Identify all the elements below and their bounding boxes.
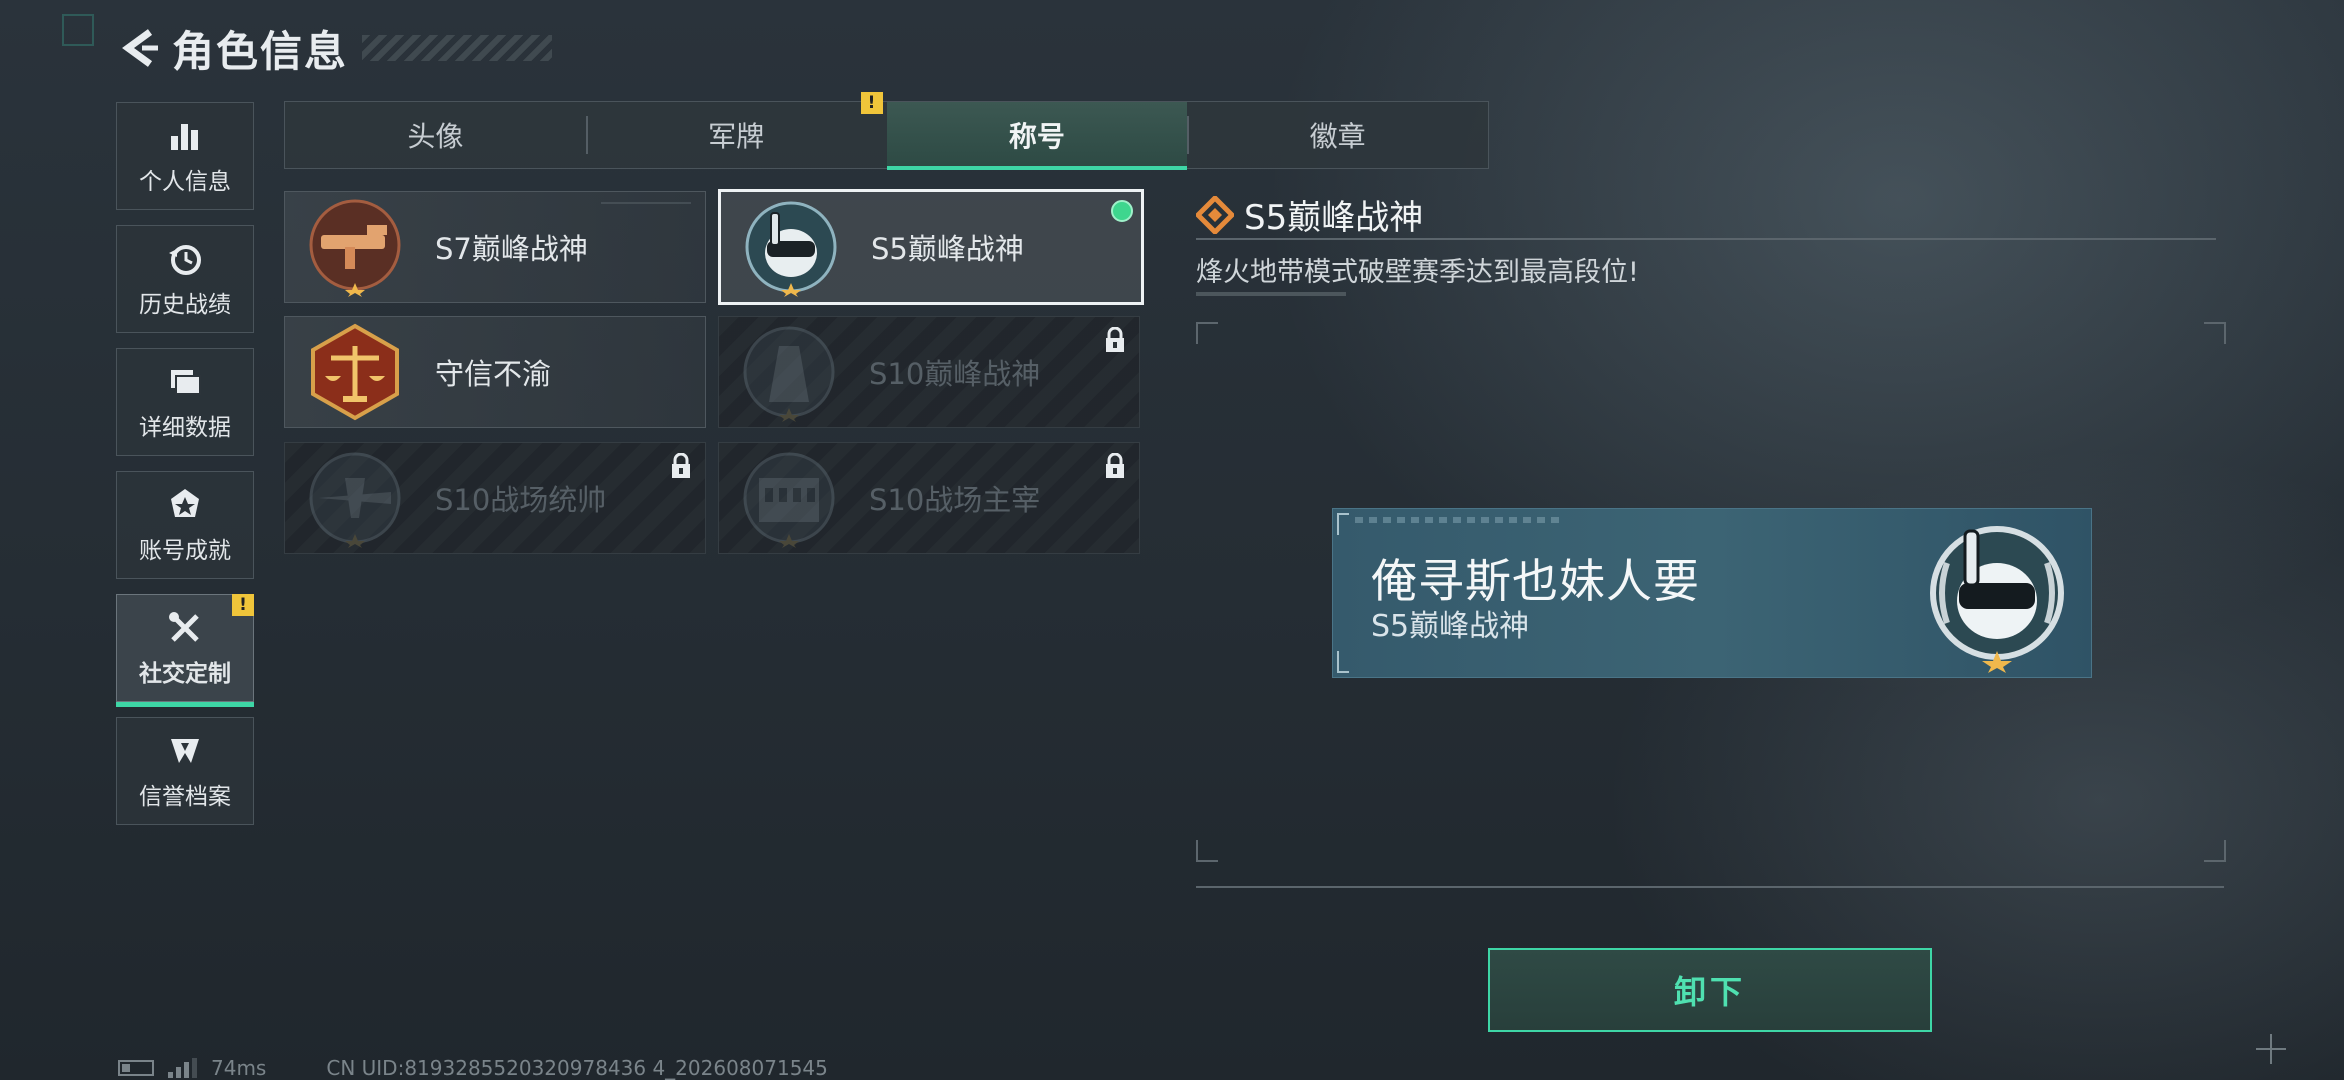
sidebar: 个人信息 历史战绩 详细数据 账号成就 ! 社交定制 信誉档案 xyxy=(116,102,254,840)
sidebar-item-label: 信誉档案 xyxy=(139,784,231,810)
frame-corner xyxy=(1196,840,1218,862)
back-button[interactable] xyxy=(118,26,162,70)
s5-diver-skull-emblem-icon xyxy=(1930,526,2064,673)
sidebar-item-credit-record[interactable]: 信誉档案 xyxy=(116,717,254,825)
folder-icon xyxy=(165,362,205,402)
corner-marker xyxy=(62,14,94,46)
divider xyxy=(1196,238,2216,240)
title-card-s10-dominator[interactable]: S10战场主宰 xyxy=(718,442,1140,554)
detail-description: 烽火地带模式破壁赛季达到最高段位! xyxy=(1196,257,1639,288)
sidebar-item-label: 账号成就 xyxy=(139,538,231,564)
tab-bar: 头像 军牌 ! 称号 徽章 xyxy=(284,92,1489,170)
plus-icon xyxy=(2256,1034,2286,1064)
s5-diver-skull-emblem-icon xyxy=(745,201,837,297)
alert-badge: ! xyxy=(232,594,254,616)
uid-text: CN UID:8193285520320978436 4_20260807154… xyxy=(326,1056,828,1080)
sidebar-item-history[interactable]: 历史战绩 xyxy=(116,225,254,333)
preview-decoration xyxy=(1355,517,1565,523)
header: 角色信息 xyxy=(118,22,553,76)
status-bar: 74ms CN UID:8193285520320978436 4_202608… xyxy=(118,1056,828,1080)
back-arrow-icon xyxy=(122,29,158,67)
tab-dog-tag[interactable]: 军牌 ! xyxy=(585,92,887,168)
s7-gun-emblem-icon xyxy=(309,199,401,297)
sidebar-item-personal-info[interactable]: 个人信息 xyxy=(116,102,254,210)
title-name: S7巅峰战神 xyxy=(435,232,588,266)
tab-avatar[interactable]: 头像 xyxy=(285,102,586,168)
battery-icon xyxy=(118,1060,154,1076)
tab-badge[interactable]: 徽章 xyxy=(1187,102,1488,168)
frame-corner xyxy=(1337,651,1349,673)
frame-corner xyxy=(2204,840,2226,862)
sidebar-item-label: 详细数据 xyxy=(139,415,231,441)
preview-title: S5巅峰战神 xyxy=(1371,609,1530,644)
card-decoration xyxy=(601,202,691,204)
tab-label: 军牌 xyxy=(708,120,765,153)
unequip-button[interactable]: 卸下 xyxy=(1488,948,1932,1032)
detail-title: S5巅峰战神 xyxy=(1244,198,1424,238)
frame-corner xyxy=(2204,322,2226,344)
signal-icon xyxy=(168,1058,197,1078)
sidebar-item-label: 个人信息 xyxy=(139,169,231,195)
equipped-indicator xyxy=(1111,200,1133,222)
frame-corner xyxy=(1196,322,1218,344)
credit-shield-icon xyxy=(165,731,205,771)
s10-tower-emblem-icon xyxy=(743,326,835,422)
sidebar-item-achievements[interactable]: 账号成就 xyxy=(116,471,254,579)
title-card-s7-peak[interactable]: S7巅峰战神 xyxy=(284,191,706,303)
s10-colosseum-emblem-icon xyxy=(743,452,835,548)
page-title: 角色信息 xyxy=(172,26,349,76)
title-card-s10-peak[interactable]: S10巅峰战神 xyxy=(718,316,1140,428)
frame-corner xyxy=(1337,513,1349,535)
title-preview-card: 俺寻斯也妹人要 S5巅峰战神 xyxy=(1332,508,2092,678)
title-name: S10战场统帅 xyxy=(435,483,607,517)
sidebar-item-social-custom[interactable]: ! 社交定制 xyxy=(116,594,254,707)
history-clock-icon xyxy=(165,239,205,279)
lock-icon xyxy=(1106,453,1124,478)
achievement-medal-icon xyxy=(165,485,205,525)
divider xyxy=(1196,886,2224,888)
lock-icon xyxy=(1106,327,1124,352)
diamond-marker-icon xyxy=(1196,195,1234,234)
title-name: S10巅峰战神 xyxy=(869,357,1041,391)
title-decoration xyxy=(362,35,553,61)
title-card-s5-peak[interactable]: S5巅峰战神 xyxy=(718,189,1144,305)
title-card-s10-commander[interactable]: S10战场统帅 xyxy=(284,442,706,554)
title-name: S10战场主宰 xyxy=(869,483,1041,517)
lock-icon xyxy=(672,453,690,478)
sidebar-item-label: 历史战绩 xyxy=(139,292,231,318)
sidebar-item-detailed-data[interactable]: 详细数据 xyxy=(116,348,254,456)
sidebar-item-label: 社交定制 xyxy=(139,661,231,687)
alert-badge: ! xyxy=(860,92,883,114)
tab-title[interactable]: 称号 xyxy=(886,102,1188,170)
scales-emblem-icon xyxy=(311,323,399,421)
s10-aircraft-emblem-icon xyxy=(309,452,401,548)
ping-value: 74ms xyxy=(211,1056,267,1080)
title-name: 守信不渝 xyxy=(435,357,552,391)
wrench-screwdriver-icon xyxy=(165,608,205,648)
detail-header: S5巅峰战神 xyxy=(1196,190,1423,239)
bar-chart-icon xyxy=(165,116,205,156)
detail-decoration xyxy=(1196,292,1346,296)
title-name: S5巅峰战神 xyxy=(871,232,1024,266)
title-card-keep-faith[interactable]: 守信不渝 xyxy=(284,316,706,428)
